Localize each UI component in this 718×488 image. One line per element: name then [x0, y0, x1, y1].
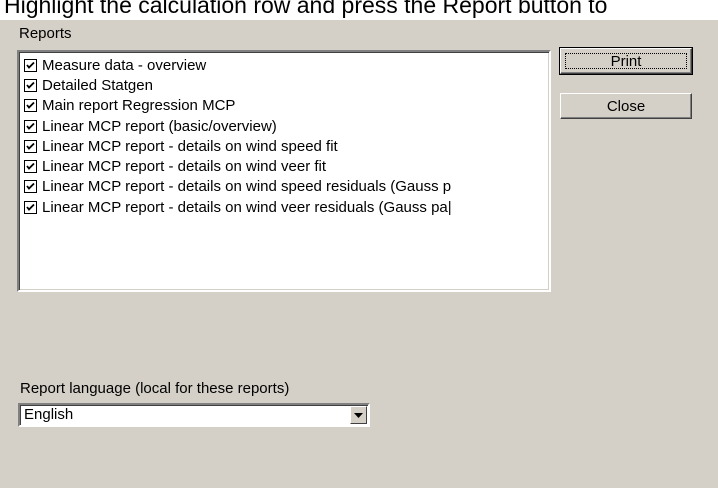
report-checkbox[interactable] [24, 78, 37, 92]
reports-listbox[interactable]: Measure data - overview Detailed Statgen M… [17, 50, 551, 292]
dropdown-button[interactable] [350, 406, 367, 424]
report-checkbox[interactable] [24, 58, 37, 72]
report-list-item[interactable]: Measure data - overview [22, 55, 549, 75]
check-mark-icon [26, 81, 35, 89]
report-language-label: Report language (local for these reports… [20, 380, 290, 397]
report-list-item[interactable]: Linear MCP report - details on wind spee… [22, 136, 549, 156]
instruction-caption: Highlight the calculation row and press … [4, 0, 608, 18]
report-item-label: Detailed Statgen [42, 76, 153, 94]
report-checkbox[interactable] [24, 160, 37, 174]
chevron-down-icon [354, 412, 363, 418]
report-list-item[interactable]: Linear MCP report (basic/overview) [22, 116, 549, 136]
report-checkbox[interactable] [24, 139, 37, 153]
report-checkbox[interactable] [24, 99, 37, 113]
report-item-label: Linear MCP report - details on wind veer… [42, 198, 452, 216]
report-item-label: Linear MCP report (basic/overview) [42, 117, 277, 135]
check-mark-icon [26, 183, 35, 191]
check-mark-icon [26, 102, 35, 110]
check-mark-icon [26, 122, 35, 130]
report-list-item[interactable]: Linear MCP report - details on wind veer… [22, 197, 549, 217]
report-checkbox[interactable] [24, 200, 37, 214]
close-button[interactable]: Close [560, 93, 692, 119]
print-button[interactable]: Print [559, 47, 693, 75]
check-mark-icon [26, 61, 35, 69]
report-list-item[interactable]: Main report Regression MCP [22, 96, 549, 116]
reports-group-label: Reports [19, 25, 72, 42]
report-list-item[interactable]: Linear MCP report - details on wind veer… [22, 156, 549, 176]
reports-list: Measure data - overview Detailed Statgen M… [22, 55, 549, 217]
check-mark-icon [26, 203, 35, 211]
close-button-label: Close [606, 97, 646, 115]
focus-rectangle [565, 53, 687, 69]
report-language-select[interactable]: English [18, 403, 370, 427]
report-item-label: Linear MCP report - details on wind veer… [42, 158, 327, 176]
report-item-label: Linear MCP report - details on wind spee… [42, 178, 452, 196]
report-item-label: Linear MCP report - details on wind spee… [42, 137, 338, 155]
check-mark-icon [26, 142, 35, 150]
report-checkbox[interactable] [24, 119, 37, 133]
report-list-item[interactable]: Detailed Statgen [22, 75, 549, 95]
report-list-item[interactable]: Linear MCP report - details on wind spee… [22, 177, 549, 197]
report-item-label: Main report Regression MCP [42, 97, 236, 115]
report-checkbox[interactable] [24, 180, 37, 194]
check-mark-icon [26, 162, 35, 170]
report-language-value: English [24, 406, 74, 423]
reports-dialog: Reports Measure data - overview Detailed … [0, 20, 718, 488]
report-item-label: Measure data - overview [42, 56, 207, 74]
